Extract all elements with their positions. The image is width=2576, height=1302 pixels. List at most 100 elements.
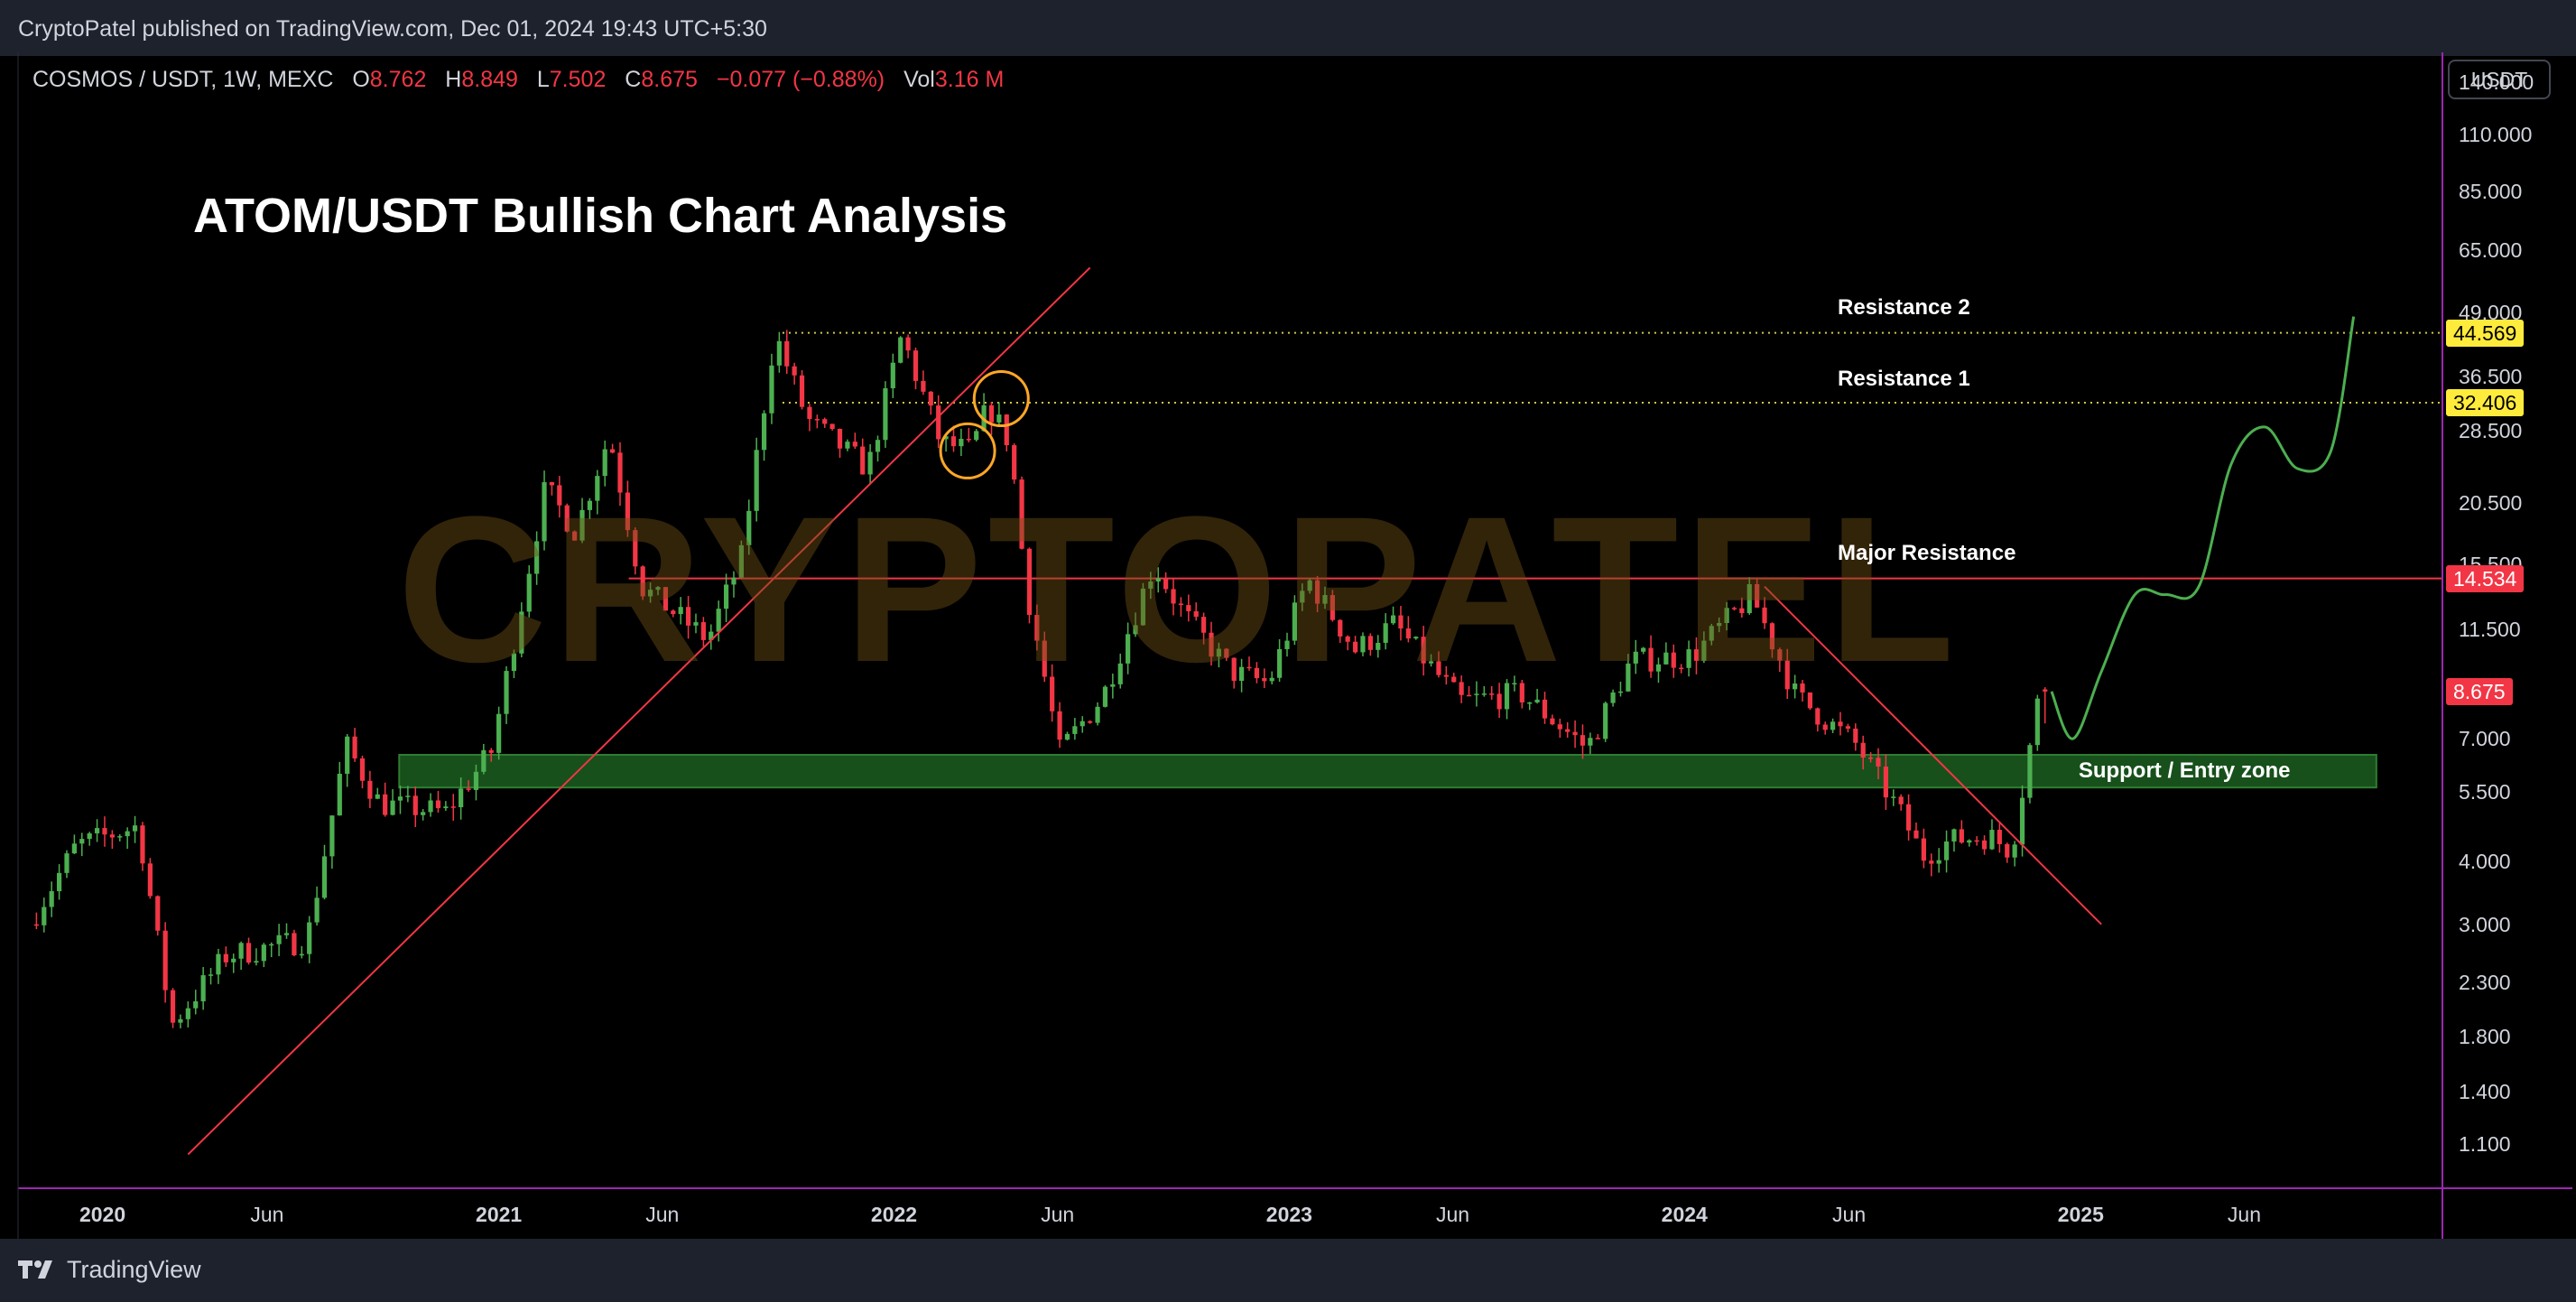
candle[interactable] (966, 427, 971, 442)
candle[interactable] (2027, 742, 2033, 804)
candle[interactable] (913, 347, 919, 390)
candle[interactable] (822, 417, 828, 428)
candle[interactable] (1913, 822, 1919, 839)
candle[interactable] (71, 834, 77, 854)
candle[interactable] (496, 706, 502, 760)
candle[interactable] (1088, 720, 1093, 724)
candle[interactable] (1580, 724, 1586, 759)
candle[interactable] (905, 334, 911, 358)
candle[interactable] (1550, 714, 1555, 726)
candle[interactable] (359, 755, 366, 789)
candle[interactable] (443, 801, 449, 811)
candle[interactable] (481, 743, 486, 775)
candle[interactable] (1080, 716, 1085, 733)
candle[interactable] (1921, 828, 1926, 869)
candle[interactable] (776, 331, 782, 373)
candle[interactable] (94, 819, 100, 842)
candle[interactable] (276, 924, 282, 956)
symbol-label[interactable]: COSMOS / USDT, 1W, MEXC (32, 67, 333, 92)
candle[interactable] (125, 827, 130, 850)
candle[interactable] (921, 370, 926, 395)
candle[interactable] (1891, 789, 1896, 806)
candle[interactable] (1943, 830, 1950, 873)
candle[interactable] (1845, 723, 1850, 733)
candle[interactable] (1815, 707, 1821, 732)
candle[interactable] (49, 881, 54, 917)
candle[interactable] (231, 953, 236, 973)
candle[interactable] (117, 833, 123, 842)
candle[interactable] (936, 395, 941, 449)
candle[interactable] (412, 786, 418, 827)
candle[interactable] (200, 966, 206, 1010)
candle[interactable] (64, 850, 69, 879)
candle[interactable] (2012, 841, 2017, 867)
candle[interactable] (314, 886, 320, 926)
candle[interactable] (1572, 720, 1578, 749)
candle[interactable] (792, 362, 797, 385)
candle[interactable] (42, 897, 47, 933)
candle[interactable] (814, 414, 820, 429)
candle[interactable] (254, 948, 259, 966)
candle[interactable] (56, 864, 62, 900)
candle[interactable] (140, 822, 145, 871)
candle[interactable] (261, 943, 266, 968)
candle[interactable] (2043, 687, 2048, 724)
candle[interactable] (1072, 718, 1078, 740)
candle[interactable] (1981, 835, 1988, 855)
candle[interactable] (2034, 694, 2040, 751)
candle[interactable] (875, 435, 881, 462)
candle[interactable] (807, 404, 812, 432)
candle[interactable] (1967, 839, 1972, 847)
candle[interactable] (1822, 721, 1828, 735)
candle[interactable] (352, 728, 357, 762)
candle[interactable] (102, 816, 107, 847)
candle[interactable] (246, 937, 252, 965)
candle[interactable] (208, 968, 214, 985)
candle[interactable] (33, 912, 39, 930)
candle[interactable] (610, 443, 616, 454)
candle[interactable] (799, 370, 805, 410)
candle[interactable] (1004, 414, 1009, 451)
candle[interactable] (1557, 719, 1562, 739)
candle[interactable] (283, 923, 290, 939)
candle[interactable] (988, 402, 995, 435)
candle[interactable] (193, 990, 199, 1015)
candle[interactable] (185, 1001, 190, 1028)
candle[interactable] (79, 832, 85, 857)
candle[interactable] (1959, 820, 1964, 844)
candle[interactable] (383, 782, 388, 817)
candle[interactable] (1838, 711, 1843, 736)
candle[interactable] (337, 761, 342, 816)
candle[interactable] (769, 353, 774, 424)
candle[interactable] (292, 929, 297, 957)
candle[interactable] (269, 942, 274, 958)
candle[interactable] (898, 336, 903, 364)
trendline-0[interactable] (187, 266, 1091, 1156)
candle[interactable] (890, 353, 895, 398)
candle[interactable] (375, 787, 380, 800)
candle[interactable] (421, 808, 426, 821)
candle[interactable] (307, 916, 312, 963)
candle[interactable] (845, 439, 850, 451)
candle[interactable] (1951, 828, 1957, 852)
candle[interactable] (1997, 822, 2002, 853)
candle[interactable] (170, 988, 176, 1028)
candle[interactable] (345, 734, 350, 787)
candle[interactable] (883, 381, 888, 448)
candle[interactable] (2005, 842, 2010, 863)
candle[interactable] (155, 895, 161, 936)
candle[interactable] (959, 428, 964, 457)
projection-path[interactable] (2050, 316, 2356, 740)
candle[interactable] (238, 941, 244, 970)
candle[interactable] (397, 785, 403, 814)
candle[interactable] (1974, 836, 1979, 846)
candle[interactable] (1929, 853, 1934, 877)
candle[interactable] (329, 815, 335, 870)
candle[interactable] (87, 832, 92, 846)
candle[interactable] (435, 791, 441, 814)
candle[interactable] (162, 922, 168, 1003)
candle[interactable] (450, 794, 456, 821)
candle[interactable] (928, 391, 933, 415)
candle[interactable] (223, 946, 228, 967)
candle[interactable] (1853, 723, 1858, 751)
